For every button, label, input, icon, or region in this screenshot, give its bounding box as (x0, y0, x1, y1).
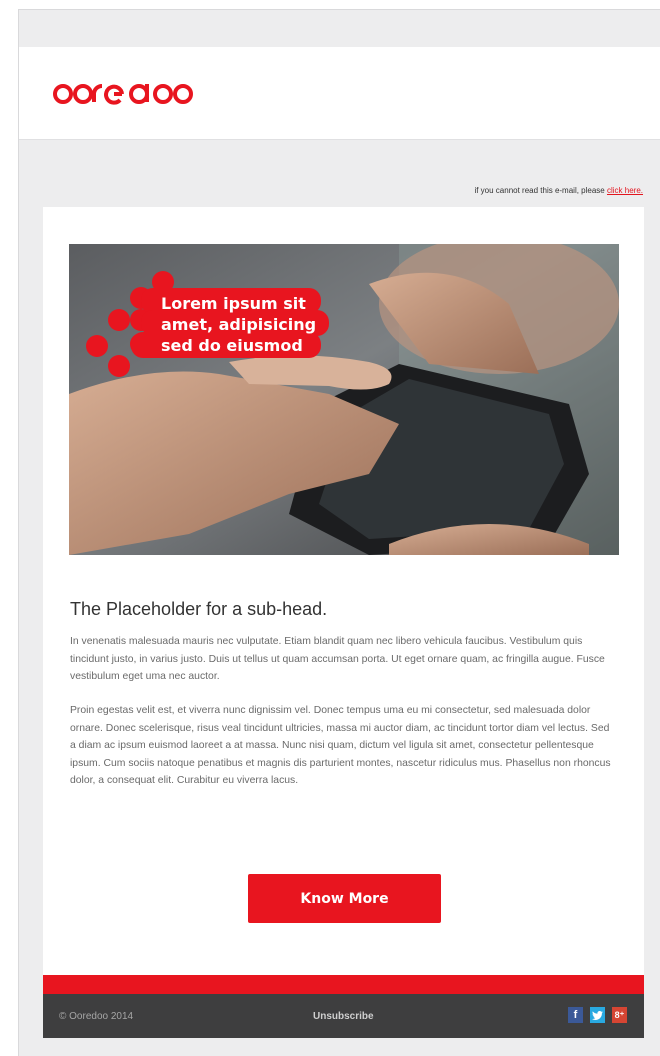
footer-bar: © Ooredoo 2014 Unsubscribe f 8⁺ (43, 994, 644, 1038)
hero-line-2: amet, adipisicing (161, 315, 317, 334)
hero-overlay-text: Lorem ipsum sit amet, adipisicing sed do… (161, 293, 316, 356)
view-in-browser-notice: if you cannot read this e-mail, please c… (474, 186, 643, 195)
facebook-icon[interactable]: f (568, 1007, 583, 1023)
hero-line-1: Lorem ipsum sit (161, 294, 306, 313)
sub-head: The Placeholder for a sub-head. (70, 599, 328, 619)
body-paragraph-2: Proin egestas velit est, et viverra nunc… (70, 705, 611, 786)
body-paragraph-1: In venenatis malesuada mauris nec vulput… (70, 636, 605, 682)
footer-red-strip (43, 975, 644, 994)
unsubscribe-link[interactable]: Unsubscribe (313, 1011, 374, 1022)
hero-line-3: sed do eiusmod (161, 336, 303, 355)
notice-text: if you cannot read this e-mail, please (474, 186, 605, 195)
click-here-link[interactable]: click here. (607, 186, 643, 195)
copyright-text: © Ooredoo 2014 (59, 1011, 134, 1022)
google-plus-icon[interactable]: 8⁺ (612, 1007, 627, 1023)
hero-image: Lorem ipsum sit amet, adipisicing sed do… (69, 244, 619, 555)
twitter-icon[interactable] (590, 1007, 605, 1023)
ooredoo-logo[interactable] (52, 82, 212, 106)
know-more-button[interactable]: Know More (248, 874, 441, 923)
